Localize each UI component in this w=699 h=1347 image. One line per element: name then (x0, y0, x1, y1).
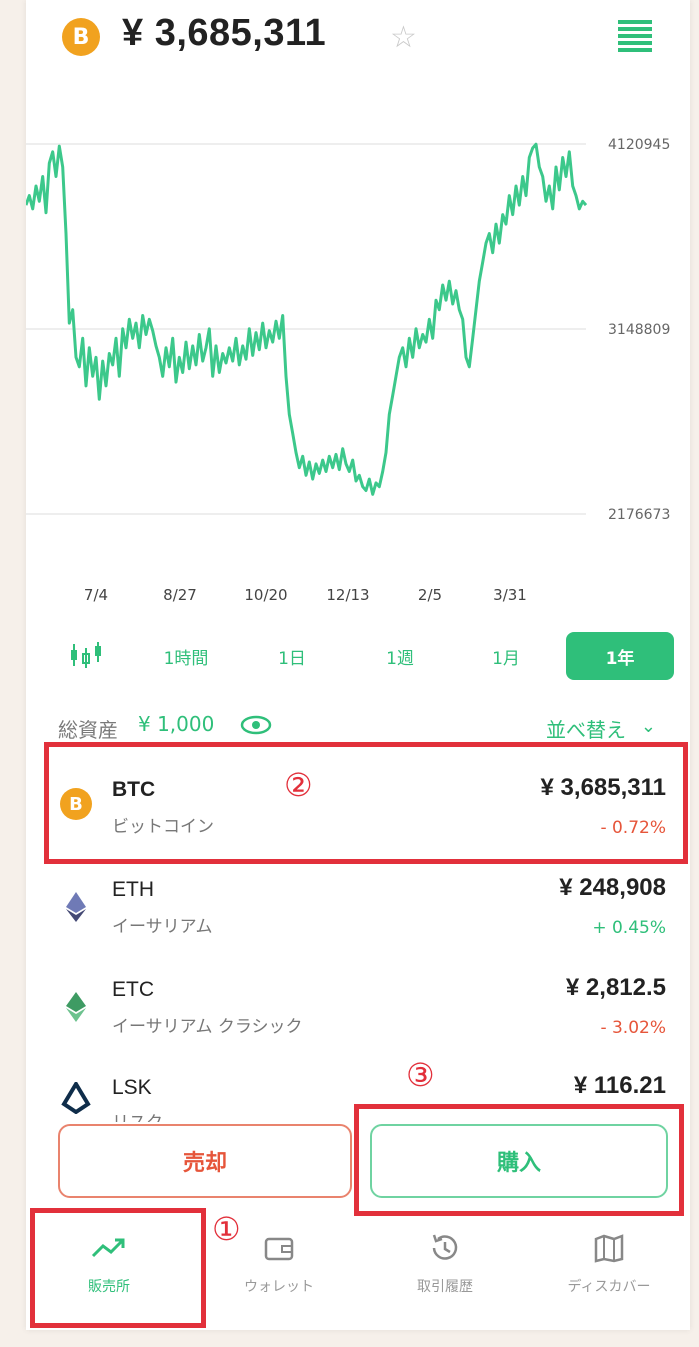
y-tick-label: 4120945 (608, 137, 670, 153)
timeframe-selector: 1時間 1日 1週 1月 1年 (26, 632, 690, 682)
ethereum-classic-icon (66, 992, 86, 1022)
star-icon[interactable]: ☆ (390, 20, 417, 55)
coin-change: - 3.02% (600, 1018, 666, 1038)
total-assets-label: 総資産 (58, 718, 118, 742)
coin-symbol: LSK (112, 1076, 152, 1099)
x-tick-label: 12/13 (326, 586, 369, 604)
annotation-three: ③ (406, 1056, 435, 1094)
coin-name: イーサリアム (112, 917, 213, 937)
y-tick-label: 3148809 (608, 322, 670, 338)
current-price: ¥ 3,685,311 (122, 12, 327, 54)
annotation-one: ① (212, 1210, 241, 1248)
menu-icon[interactable] (618, 20, 652, 55)
candle-icon[interactable] (68, 640, 108, 670)
sort-button[interactable]: 並べ替え (546, 714, 626, 743)
ethereum-icon (66, 892, 86, 922)
sell-button[interactable]: 売却 (58, 1124, 352, 1198)
nav-item-history[interactable]: 取引履歴 (370, 1230, 520, 1310)
bitcoin-icon: B (62, 18, 100, 56)
coin-price: ¥ 116.21 (573, 1072, 666, 1099)
price-chart-svg: 4120945 3148809 2176673 7/4 8/27 10/20 12/13 2/… (26, 137, 670, 604)
coin-price: ¥ 248,908 (559, 874, 666, 901)
chevron-down-icon[interactable]: ⌄ (641, 716, 656, 737)
nav-label: ウォレット (244, 1279, 314, 1295)
eye-icon[interactable] (240, 714, 272, 736)
price-series-line (26, 142, 588, 496)
coin-price: ¥ 2,812.5 (565, 974, 666, 1001)
nav-label: 取引履歴 (417, 1279, 473, 1295)
app-screen: B ¥ 3,685,311 ☆ 4120945 3148809 2176673 7/4… (26, 0, 690, 1330)
nav-item-discover[interactable]: ディスカバー (534, 1230, 684, 1310)
tab-1d[interactable]: 1日 (262, 632, 322, 680)
coin-symbol: ETC (112, 978, 154, 1001)
highlight-btc-row (44, 742, 688, 864)
x-tick-label: 10/20 (244, 586, 287, 604)
y-tick-label: 2176673 (608, 507, 670, 523)
total-assets-value: ¥ 1,000 (138, 712, 215, 736)
tab-1w[interactable]: 1週 (370, 632, 430, 680)
map-icon (534, 1230, 684, 1266)
highlight-nav-exchange (30, 1208, 206, 1328)
coin-name: イーサリアム クラシック (112, 1017, 303, 1037)
coin-name: リスク (112, 1108, 163, 1122)
coin-change: + 0.45% (592, 918, 666, 938)
header: B ¥ 3,685,311 ☆ (26, 0, 690, 80)
annotation-two: ② (284, 766, 313, 804)
lisk-icon (61, 1082, 91, 1114)
history-icon (370, 1230, 520, 1266)
price-chart: 4120945 3148809 2176673 7/4 8/27 10/20 12/13 2/… (26, 100, 690, 640)
nav-label: ディスカバー (567, 1279, 651, 1295)
coin-row-eth[interactable]: ETH イーサリアム ¥ 248,908 + 0.45% (26, 862, 690, 974)
tab-1m[interactable]: 1月 (476, 632, 536, 680)
x-tick-label: 8/27 (163, 586, 197, 604)
tab-1y[interactable]: 1年 (566, 632, 674, 680)
coin-symbol: ETH (112, 878, 154, 901)
x-tick-label: 7/4 (84, 586, 108, 604)
highlight-buy-button (354, 1104, 684, 1216)
x-tick-label: 2/5 (418, 586, 442, 604)
coin-row-etc[interactable]: ETC イーサリアム クラシック ¥ 2,812.5 - 3.02% (26, 962, 690, 1074)
tab-1h[interactable]: 1時間 (146, 632, 226, 680)
x-tick-label: 3/31 (493, 586, 527, 604)
